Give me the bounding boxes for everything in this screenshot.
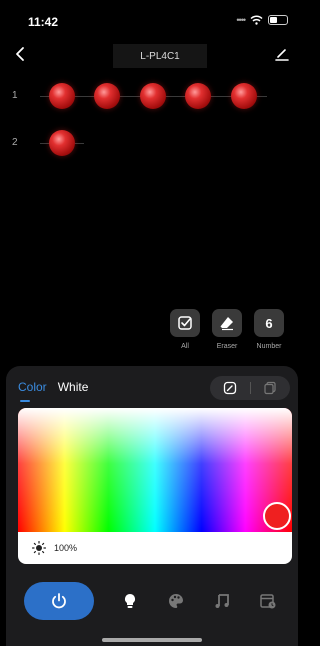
back-button[interactable] — [12, 42, 32, 66]
picker-mode-button[interactable] — [210, 376, 250, 400]
tab-white[interactable]: White — [58, 380, 89, 394]
tool-eraser[interactable]: Eraser — [212, 309, 242, 350]
led-light[interactable] — [49, 83, 75, 109]
led-light[interactable] — [185, 83, 211, 109]
eraser-button[interactable] — [212, 309, 242, 337]
nav-bar: L-PL4C1 — [0, 40, 302, 72]
eraser-label: Eraser — [216, 343, 238, 350]
copy-icon — [264, 381, 276, 395]
led-light[interactable] — [94, 83, 120, 109]
tool-number[interactable]: 6 Number — [254, 309, 284, 350]
chevron-left-icon — [16, 47, 24, 61]
row-label-2: 2 — [12, 137, 18, 148]
nav-schedule[interactable] — [258, 591, 278, 611]
brightness-value: 100% — [54, 543, 78, 553]
home-indicator — [102, 638, 202, 642]
device-title-text: L-PL4C1 — [140, 50, 180, 62]
color-picker-knob[interactable] — [263, 502, 291, 530]
eyedropper-icon — [223, 381, 236, 395]
number-button[interactable]: 6 — [254, 309, 284, 337]
power-button[interactable] — [24, 582, 94, 620]
battery-icon — [268, 15, 288, 25]
led-light[interactable] — [231, 83, 257, 109]
all-label: All — [181, 343, 189, 350]
pencil-icon — [275, 49, 289, 61]
tool-all[interactable]: All — [170, 309, 200, 350]
palette-icon — [169, 594, 183, 608]
music-icon — [215, 594, 229, 608]
nav-palette[interactable] — [166, 591, 186, 611]
nav-bulb[interactable] — [120, 591, 140, 611]
bulb-icon — [125, 594, 135, 608]
status-bar: 11:42 •••• — [0, 0, 302, 40]
picker-mode-toggle — [210, 376, 290, 400]
edit-button[interactable] — [272, 44, 292, 64]
tool-group: All Eraser 6 Number — [170, 309, 284, 350]
tab-color[interactable]: Color — [18, 380, 47, 402]
row-label-1: 1 — [12, 90, 18, 101]
select-all-icon — [178, 316, 192, 330]
signal-dots-icon: •••• — [236, 15, 246, 25]
device-title: L-PL4C1 — [113, 44, 207, 68]
schedule-icon — [260, 594, 276, 609]
power-icon — [52, 593, 66, 609]
status-time: 11:42 — [28, 15, 59, 29]
led-light[interactable] — [49, 130, 75, 156]
color-spectrum[interactable] — [18, 408, 292, 532]
wifi-icon — [250, 15, 263, 25]
eraser-icon — [220, 317, 233, 331]
all-button[interactable] — [170, 309, 200, 337]
status-icons: •••• — [236, 15, 288, 25]
control-panel: Color White 100% — [6, 366, 298, 646]
led-light[interactable] — [140, 83, 166, 109]
mode-tabs: Color White — [18, 380, 89, 402]
copy-mode-button[interactable] — [250, 376, 290, 400]
bottom-nav — [6, 582, 298, 622]
number-label: Number — [256, 343, 282, 350]
nav-music[interactable] — [212, 591, 232, 611]
brightness-bar[interactable]: 100% — [18, 532, 292, 564]
number-value: 6 — [265, 315, 273, 331]
sun-icon — [32, 541, 46, 555]
